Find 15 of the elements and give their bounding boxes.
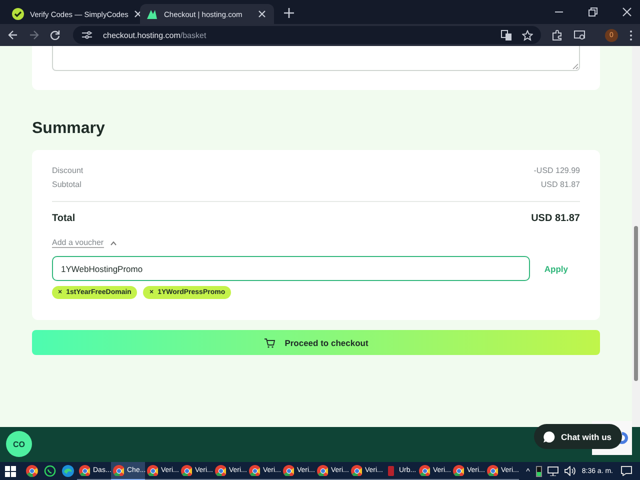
line-label: Subtotal bbox=[52, 179, 82, 191]
checkout-button[interactable]: Proceed to checkout bbox=[32, 330, 600, 355]
chat-button[interactable]: Chat with us bbox=[534, 424, 622, 449]
line-value: -USD 129.99 bbox=[534, 165, 580, 177]
total-value: USD 81.87 bbox=[531, 212, 580, 226]
address-bar[interactable]: checkout.hosting.com/basket bbox=[73, 26, 541, 44]
line-value: USD 81.87 bbox=[540, 179, 580, 191]
logo-badge[interactable]: CO bbox=[6, 431, 32, 457]
line-label: Discount bbox=[52, 165, 84, 177]
total-label: Total bbox=[52, 212, 76, 226]
voucher-input[interactable]: 1YWebHostingPromo bbox=[52, 256, 530, 281]
voucher-toggle[interactable]: Add a voucher bbox=[52, 237, 117, 249]
tray-overflow-button[interactable]: ^ bbox=[526, 466, 530, 476]
section-heading: Summary bbox=[32, 119, 106, 139]
url-text: checkout.hosting.com/basket bbox=[103, 30, 206, 40]
